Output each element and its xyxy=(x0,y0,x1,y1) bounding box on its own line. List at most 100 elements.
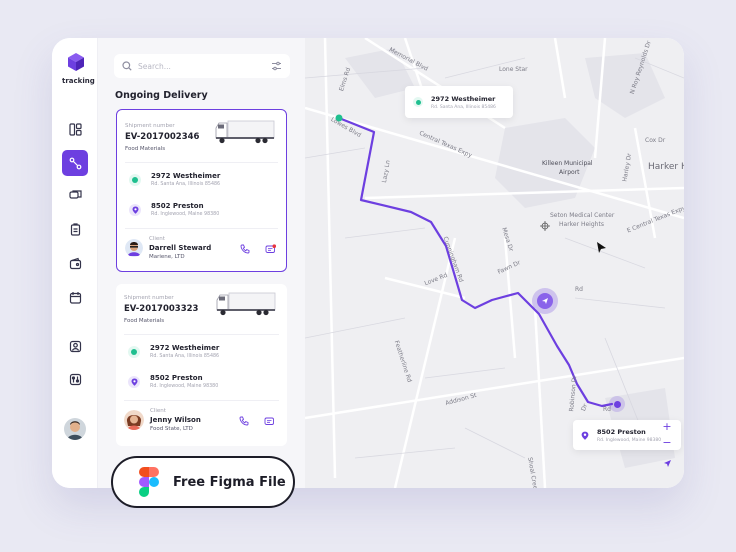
client-label: Client xyxy=(149,236,165,242)
recenter-button[interactable] xyxy=(660,456,674,470)
nav-dashboard[interactable] xyxy=(64,118,86,140)
nav-wallet[interactable] xyxy=(64,252,86,274)
phone-icon xyxy=(240,244,250,254)
destination-title: 8502 Preston xyxy=(151,202,204,210)
app-name: tracking xyxy=(62,77,95,85)
nav-calendar[interactable] xyxy=(64,286,86,308)
divider xyxy=(124,400,279,401)
nav-settings[interactable] xyxy=(64,368,86,390)
vehicle-arrow-icon xyxy=(542,298,548,304)
search-icon xyxy=(122,61,132,71)
filter-icon[interactable] xyxy=(271,61,282,71)
plus-icon: + xyxy=(662,419,672,433)
clipboard-icon xyxy=(70,222,80,236)
shipment-number: EV-2017003323 xyxy=(124,304,199,314)
map-label: Harker Heights xyxy=(559,221,604,228)
location-pin-icon xyxy=(128,375,140,388)
chat-icon xyxy=(68,189,82,199)
user-avatar-image xyxy=(64,418,86,440)
calendar-icon xyxy=(69,291,81,304)
map-label: Rd xyxy=(575,286,583,293)
client-name: Darrell Steward xyxy=(149,244,212,252)
search-bar[interactable]: Search... xyxy=(114,54,290,78)
app-window: tracking Search... Ongoing Delivery Ship… xyxy=(52,38,684,488)
destination-bubble-title: 8502 Preston xyxy=(597,427,646,436)
map-label: Seton Medical Center xyxy=(550,212,615,219)
nav-profile[interactable] xyxy=(64,335,86,357)
origin-title: 2972 Westheimer xyxy=(151,172,221,180)
section-title: Ongoing Delivery xyxy=(115,90,208,101)
destination-stop: 8502 Preston Rd. Inglewood, Maine 98380 xyxy=(129,202,219,217)
message-icon xyxy=(264,417,274,425)
destination-title: 8502 Preston xyxy=(150,374,203,382)
user-icon xyxy=(69,340,81,352)
user-avatar[interactable] xyxy=(64,418,86,440)
zoom-out-button[interactable]: − xyxy=(660,435,674,449)
figma-logo-icon xyxy=(139,467,159,497)
origin-stop: 2972 Westheimer Rd. Santa Ana, Illinois 8… xyxy=(128,344,219,359)
wallet-icon xyxy=(69,257,81,269)
nav-messages[interactable] xyxy=(64,184,86,206)
message-button[interactable] xyxy=(261,413,277,429)
dashboard-icon xyxy=(68,122,82,136)
map-view[interactable]: Memorial Blvd Lone Star N Roy Reynolds D… xyxy=(305,38,684,488)
shipment-card[interactable]: Shipment number EV-2017002346 Food Mater… xyxy=(116,109,287,272)
origin-bubble-address: Rd. Santa Ana, Illinois 85486 xyxy=(431,104,496,110)
nav-orders[interactable] xyxy=(64,218,86,240)
sidebar: tracking xyxy=(52,38,98,488)
client-info: Client Darrell Steward Mariene, LTD xyxy=(125,236,211,260)
client-info: Client Jenny Wilson Food State, LTD xyxy=(124,408,201,432)
figma-file-badge[interactable]: Free Figma File xyxy=(111,456,295,508)
shipment-number-label: Shipment number xyxy=(125,123,175,129)
nav-tracking[interactable] xyxy=(62,150,88,176)
phone-icon xyxy=(239,416,249,426)
map-label: Lone Star xyxy=(499,66,528,73)
destination-address: Rd. Inglewood, Maine 98380 xyxy=(150,384,219,389)
origin-title: 2972 Westheimer xyxy=(150,344,220,352)
map-label: Cox Dr xyxy=(645,137,666,144)
search-input[interactable]: Search... xyxy=(138,62,271,71)
call-button[interactable] xyxy=(237,241,253,257)
location-pin-icon xyxy=(581,431,589,440)
client-company: Mariene, LTD xyxy=(149,254,185,260)
origin-stop: 2972 Westheimer Rd. Santa Ana, Illinois 8… xyxy=(129,172,220,187)
shipment-number-label: Shipment number xyxy=(124,295,174,301)
call-button[interactable] xyxy=(236,413,252,429)
navigation-icon xyxy=(663,459,671,467)
destination-stop: 8502 Preston Rd. Inglewood, Maine 98380 xyxy=(128,374,218,389)
zoom-in-button[interactable]: + xyxy=(660,419,674,433)
origin-address: Rd. Santa Ana, Illinois 85486 xyxy=(150,354,220,359)
figma-file-label: Free Figma File xyxy=(173,474,286,490)
origin-marker xyxy=(129,173,141,186)
divider xyxy=(125,228,278,229)
map-label: Airport xyxy=(559,169,580,176)
shipment-material: Food Materials xyxy=(125,146,166,152)
route-icon xyxy=(69,157,81,169)
truck-icon xyxy=(216,292,276,316)
message-icon xyxy=(265,243,276,253)
divider xyxy=(124,334,279,335)
shipment-card[interactable]: Shipment number EV-2017003323 Food Mater… xyxy=(116,284,287,446)
origin-bubble[interactable]: 2972 Westheimer Rd. Santa Ana, Illinois 8… xyxy=(405,86,513,118)
minus-icon: − xyxy=(662,435,672,449)
map-label: Harker Heights xyxy=(648,162,684,172)
client-company: Food State, LTD xyxy=(150,426,193,432)
divider xyxy=(125,162,278,163)
destination-map-marker[interactable] xyxy=(609,396,625,412)
shipment-number: EV-2017002346 xyxy=(125,132,200,142)
origin-marker xyxy=(128,345,140,358)
delivery-panel: Search... Ongoing Delivery Shipment numb… xyxy=(98,38,305,488)
client-avatar xyxy=(124,410,144,430)
logo[interactable]: tracking xyxy=(62,52,95,85)
message-button[interactable] xyxy=(262,241,278,257)
destination-bubble-address: Rd. Inglewood, Maine 98380 xyxy=(597,437,662,443)
current-location-marker[interactable] xyxy=(532,288,558,314)
origin-address: Rd. Santa Ana, Illinois 85486 xyxy=(151,182,221,187)
client-label: Client xyxy=(150,408,166,414)
map-label: Killeen Municipal xyxy=(542,160,593,167)
location-pin-icon xyxy=(129,203,141,216)
origin-bubble-title: 2972 Westheimer xyxy=(431,94,496,103)
client-avatar xyxy=(125,239,143,257)
settings-icon xyxy=(69,373,81,385)
cube-logo-icon xyxy=(68,53,84,71)
